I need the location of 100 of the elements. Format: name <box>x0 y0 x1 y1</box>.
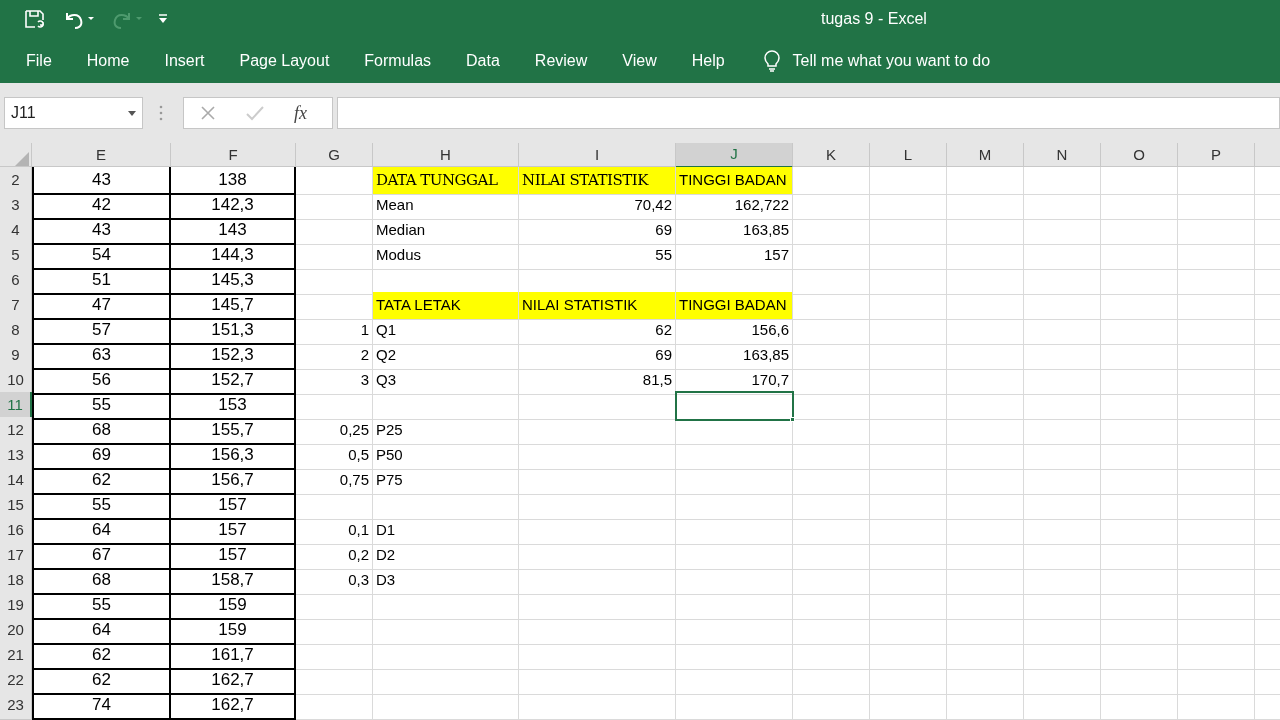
cell-text: TINGGI BADAN <box>679 295 787 315</box>
column-header[interactable]: O <box>1101 143 1178 168</box>
cell-text: 145,3 <box>211 269 254 291</box>
vertical-dots-icon <box>159 105 163 121</box>
tell-me-search[interactable]: Tell me what you want to do <box>792 48 991 73</box>
cell-text: 3 <box>360 370 369 390</box>
cell-text: 56 <box>92 369 111 391</box>
cell-text: 0,1 <box>348 520 369 540</box>
row-header[interactable]: 6 <box>0 267 32 295</box>
cell-text: Mean <box>376 195 414 215</box>
row-header[interactable]: 12 <box>0 417 32 445</box>
cell-text: 158,7 <box>211 569 254 591</box>
column-header[interactable]: K <box>793 143 870 168</box>
cell-text: 69 <box>655 345 672 365</box>
cell-text: P75 <box>376 470 403 490</box>
row-header[interactable]: 13 <box>0 442 32 470</box>
cell-text: 74 <box>92 694 111 716</box>
row-header[interactable]: 17 <box>0 542 32 570</box>
column-header[interactable]: F <box>171 143 296 168</box>
fill-handle[interactable] <box>790 416 795 422</box>
row-header[interactable]: 16 <box>0 517 32 545</box>
cell-text: 43 <box>92 219 111 241</box>
cell-text: 163,85 <box>743 220 789 240</box>
column-header[interactable]: J <box>676 143 793 168</box>
row-header[interactable]: 15 <box>0 492 32 520</box>
row-header[interactable]: 5 <box>0 242 32 270</box>
cell-text: P25 <box>376 420 403 440</box>
cell-text: 54 <box>92 244 111 266</box>
column-header[interactable]: E <box>32 143 171 168</box>
cell-text: 69 <box>655 220 672 240</box>
ribbon-tab[interactable]: File <box>26 48 52 73</box>
cell-text: 70,42 <box>634 195 672 215</box>
insert-function-button[interactable]: fx <box>294 99 307 127</box>
column-header[interactable]: N <box>1024 143 1101 168</box>
cell-text: 156,6 <box>751 320 789 340</box>
cell-text: Q1 <box>376 320 396 340</box>
cancel-icon[interactable] <box>200 105 216 121</box>
ribbon-tab[interactable]: Help <box>691 48 725 73</box>
ribbon-tab[interactable]: Home <box>86 48 130 73</box>
cell-text: 145,7 <box>211 294 254 316</box>
row-header[interactable]: 8 <box>0 317 32 345</box>
row-header[interactable]: 10 <box>0 367 32 395</box>
cell-text: 0,2 <box>348 545 369 565</box>
row-header[interactable]: 22 <box>0 667 32 695</box>
ribbon-tab[interactable]: View <box>622 48 657 73</box>
dropdown-caret-icon <box>128 110 136 116</box>
cell-text: Modus <box>376 245 422 265</box>
checkmark-icon[interactable] <box>246 105 264 121</box>
active-cell[interactable] <box>676 392 793 420</box>
row-header[interactable]: 21 <box>0 642 32 670</box>
cell-text: 144,3 <box>211 244 254 266</box>
cell-text: D1 <box>376 520 396 540</box>
cell-text: 68 <box>92 569 111 591</box>
cell-text: 155,7 <box>211 419 254 441</box>
formula-input[interactable] <box>337 97 1280 129</box>
cell-text: P50 <box>376 445 403 465</box>
cell-text: 42 <box>92 194 111 216</box>
cell-text: 162,722 <box>734 195 789 215</box>
ribbon-tab[interactable]: Insert <box>164 48 205 73</box>
column-header[interactable]: G <box>296 143 373 168</box>
row-header[interactable]: 19 <box>0 592 32 620</box>
row-header[interactable]: 14 <box>0 467 32 495</box>
cell-text: 0,3 <box>348 570 369 590</box>
ribbon-tab[interactable]: Review <box>534 48 588 73</box>
cell-text: 2 <box>360 345 369 365</box>
row-header[interactable]: 11 <box>0 392 32 420</box>
column-header[interactable]: P <box>1178 143 1255 168</box>
cell-text: 81,5 <box>642 370 672 390</box>
row-header[interactable]: 18 <box>0 567 32 595</box>
save-icon[interactable] <box>24 9 46 29</box>
row-header[interactable]: 2 <box>0 167 32 195</box>
cell-text: TATA LETAK <box>376 295 461 315</box>
row-header[interactable]: 9 <box>0 342 32 370</box>
cell-text: 159 <box>218 619 247 641</box>
cell-text: Median <box>376 220 426 240</box>
cell-text: 69 <box>92 444 111 466</box>
column-header[interactable]: M <box>947 143 1024 168</box>
cell-text: 0,5 <box>348 445 369 465</box>
cell-text: 0,25 <box>339 420 369 440</box>
cell-text: DATA TUNGGAL <box>376 170 498 191</box>
row-header[interactable]: 3 <box>0 192 32 220</box>
cell-text: 142,3 <box>211 194 254 216</box>
name-box[interactable]: J11 <box>4 97 143 129</box>
cell-text: 64 <box>92 519 111 541</box>
cell-text: 138 <box>218 169 247 191</box>
cell-text: 153 <box>218 394 247 416</box>
row-header[interactable]: 23 <box>0 692 32 720</box>
row-header[interactable]: 4 <box>0 217 32 245</box>
ribbon-tab[interactable]: Page Layout <box>239 48 330 73</box>
cell-text: 157 <box>218 519 247 541</box>
ribbon-tab[interactable]: Formulas <box>364 48 432 73</box>
cell-text: 161,7 <box>211 644 254 666</box>
cell-text: 143 <box>218 219 247 241</box>
cell-text: Q3 <box>376 370 396 390</box>
column-header[interactable]: L <box>870 143 947 168</box>
select-all-triangle-icon[interactable] <box>15 151 29 166</box>
ribbon-tab[interactable]: Data <box>466 48 500 73</box>
customize-menu-icon[interactable] <box>158 14 168 24</box>
row-header[interactable]: 7 <box>0 292 32 320</box>
row-header[interactable]: 20 <box>0 617 32 645</box>
